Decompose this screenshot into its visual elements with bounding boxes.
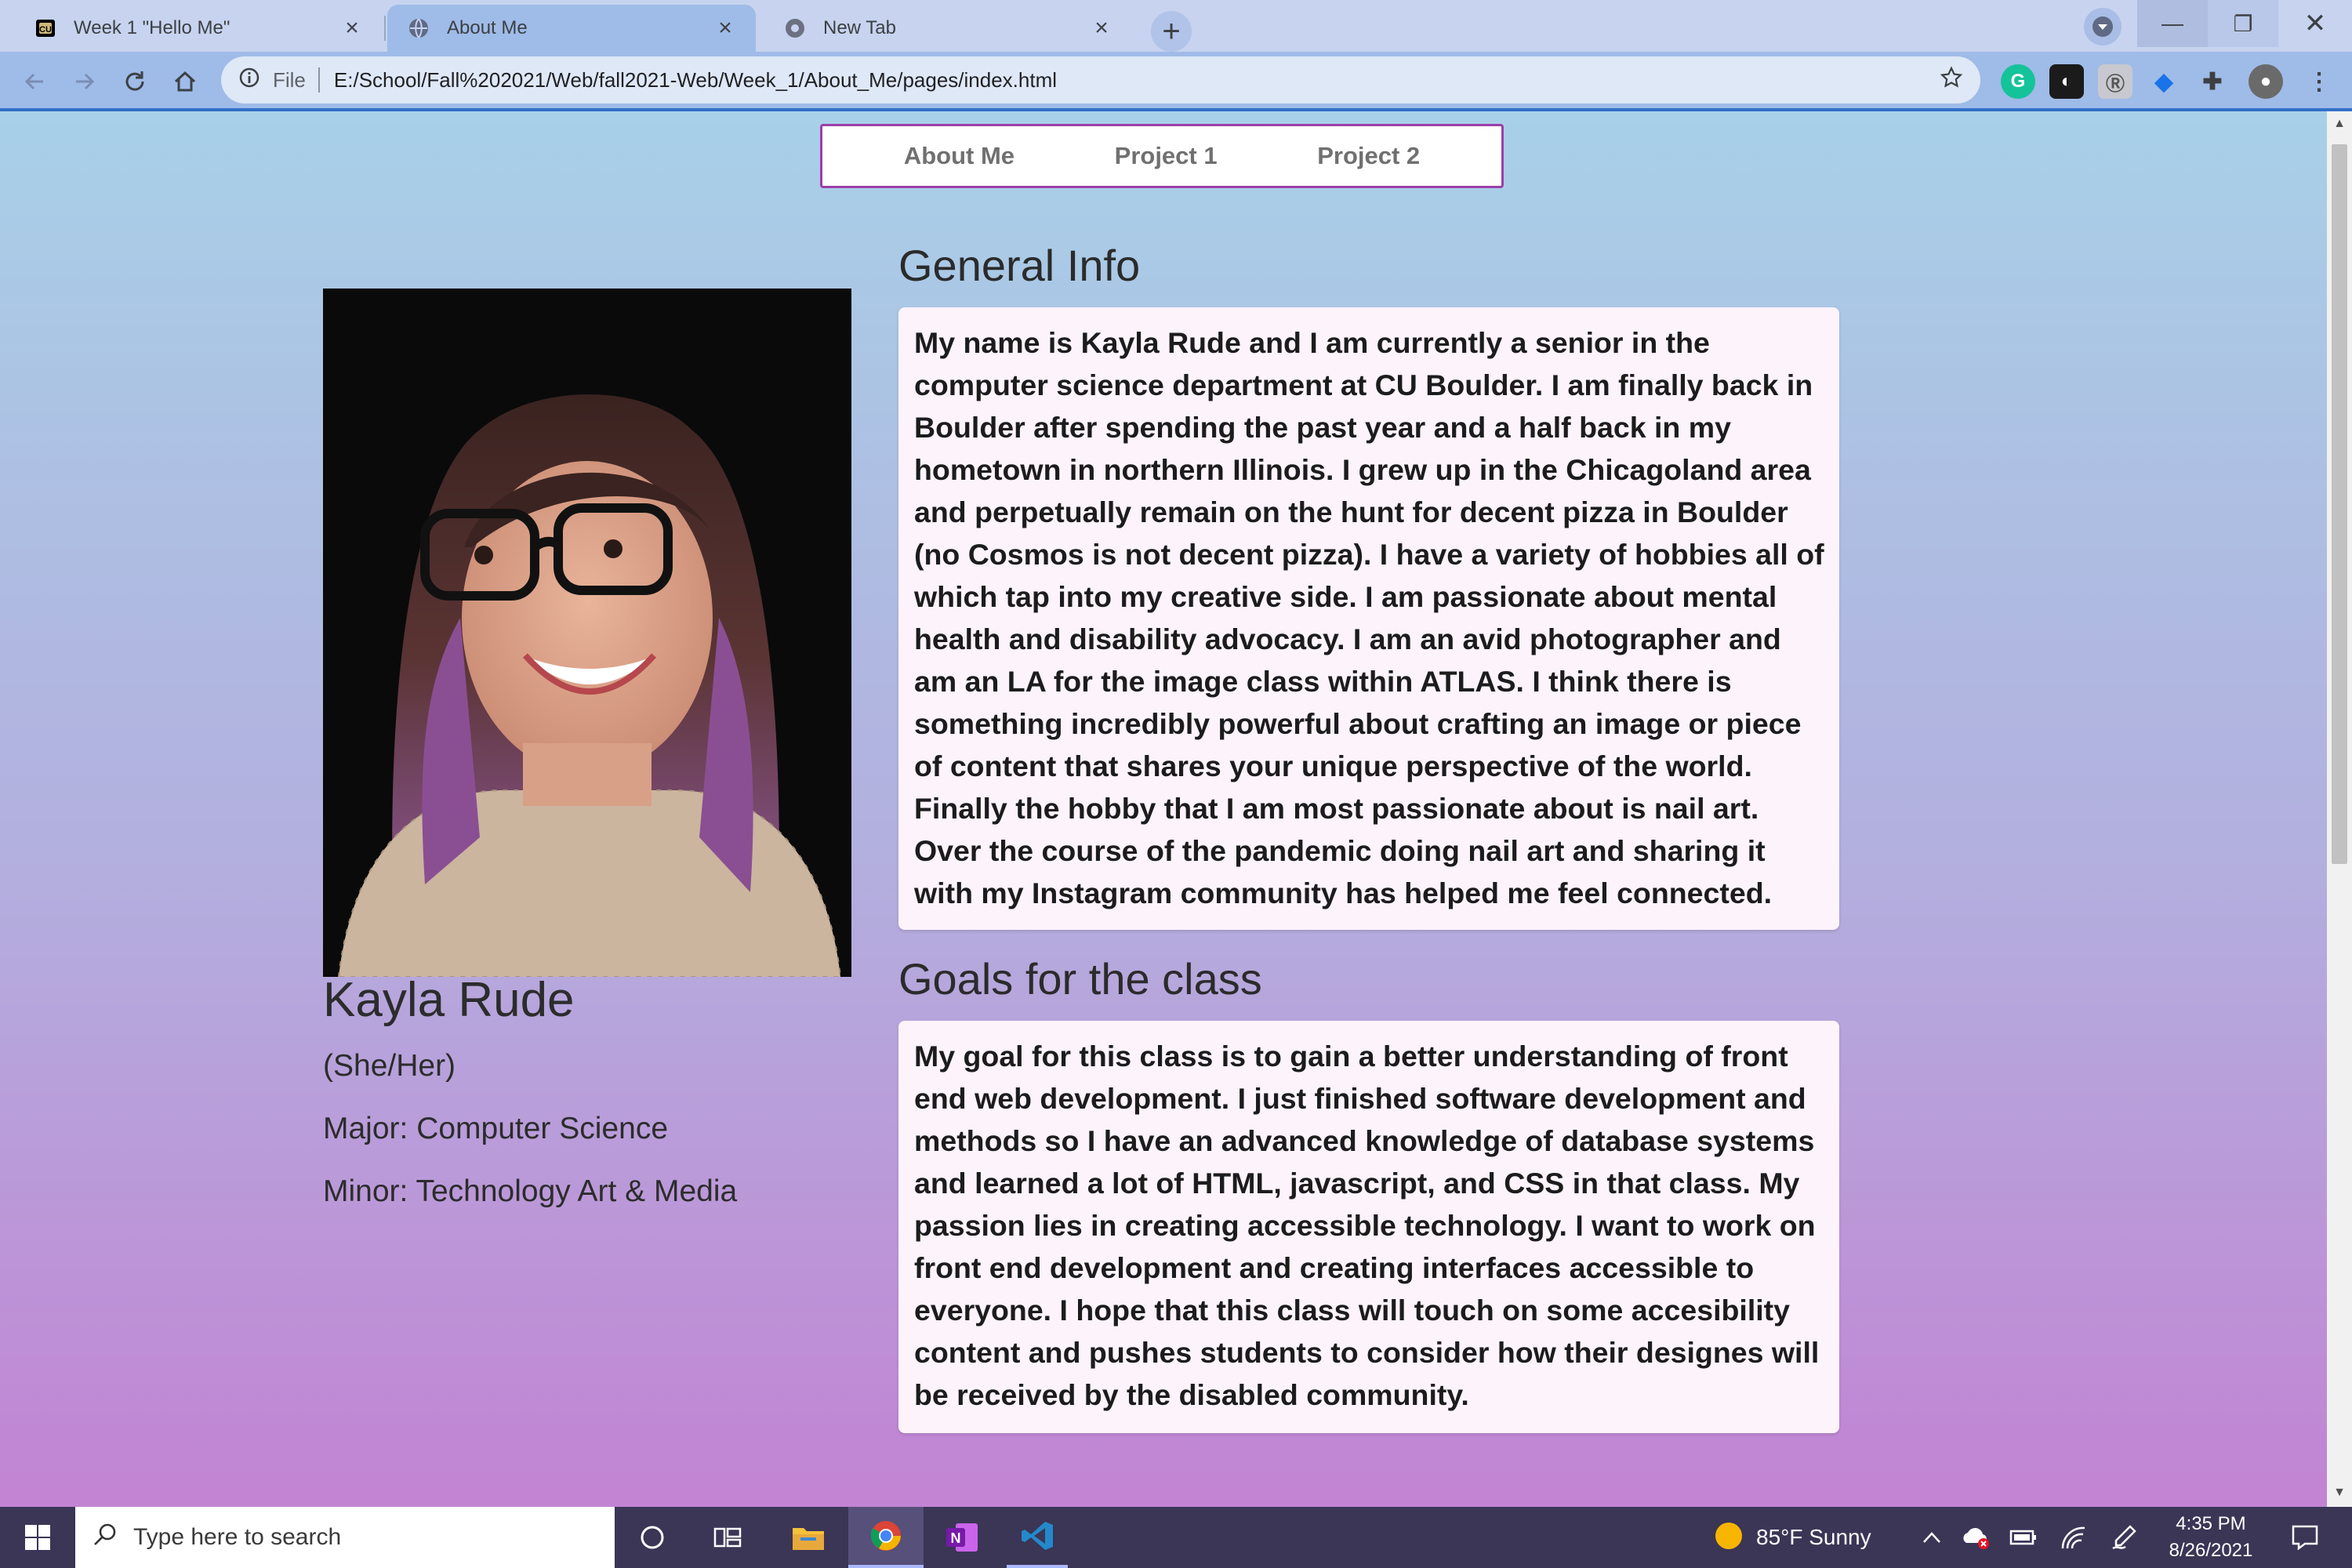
wifi-icon[interactable] (2049, 1507, 2098, 1568)
windows-taskbar: Type here to search N 85°F Sunny 4:35 PM (0, 1507, 2352, 1568)
tab-week1[interactable]: CU Week 1 "Hello Me" × (14, 5, 383, 52)
gem-icon[interactable]: ◆ (2147, 64, 2181, 99)
grammarly-icon[interactable]: G (2001, 64, 2035, 99)
browser-toolbar: File E:/School/Fall%202021/Web/fall2021-… (0, 52, 2352, 111)
nav-about-me[interactable]: About Me (904, 142, 1014, 170)
chrome-taskbar-icon[interactable] (848, 1507, 924, 1568)
pen-icon[interactable] (2100, 1507, 2148, 1568)
taskbar-search-box[interactable]: Type here to search (75, 1507, 615, 1568)
minimize-button[interactable]: — (2137, 0, 2208, 47)
battery-icon[interactable] (1999, 1507, 2048, 1568)
tab-search-icon[interactable] (2084, 8, 2122, 45)
profile-photo (323, 289, 851, 978)
address-bar[interactable]: File E:/School/Fall%202021/Web/fall2021-… (221, 56, 1980, 103)
restore-button[interactable]: ❐ (2208, 0, 2278, 47)
address-divider (318, 67, 320, 93)
notification-icon[interactable] (2277, 1507, 2333, 1568)
scroll-down-arrow-icon[interactable]: ▼ (2332, 1485, 2347, 1501)
clock-date: 8/26/2021 (2169, 1540, 2253, 1561)
system-clock[interactable]: 4:35 PM 8/26/2021 (2156, 1507, 2266, 1568)
search-icon (93, 1522, 118, 1553)
onenote-icon[interactable]: N (933, 1507, 991, 1568)
tab-about-me[interactable]: About Me × (387, 5, 756, 52)
tab-label: About Me (447, 17, 528, 38)
tab-new-tab[interactable]: New Tab × (764, 5, 1132, 52)
svg-text:CU: CU (39, 25, 52, 34)
close-icon[interactable]: × (1090, 15, 1113, 42)
bookmark-star-icon[interactable] (1940, 65, 1963, 95)
svg-text:N: N (951, 1530, 961, 1546)
dark-reader-icon[interactable]: ◐ (2049, 64, 2084, 99)
page-viewport: About Me Project 1 Project 2 Kayla Rude … (0, 111, 2327, 1507)
globe-icon (406, 16, 431, 41)
tab-divider (384, 16, 386, 41)
forward-arrow-icon[interactable] (63, 60, 107, 103)
scroll-up-arrow-icon[interactable]: ▲ (2332, 116, 2347, 132)
more-menu-icon[interactable]: ⋮ (2302, 64, 2336, 99)
goals-card: My goal for this class is to gain a bett… (898, 1021, 1839, 1433)
tab-strip: CU Week 1 "Hello Me" × About Me × New Ta… (0, 0, 2352, 52)
tab-label: New Tab (823, 17, 896, 38)
page-scrollbar[interactable]: ▲ ▼ (2327, 111, 2352, 1507)
weather-text: 85°F Sunny (1756, 1525, 1871, 1549)
extension-icon[interactable]: Ⓡ (2098, 64, 2132, 99)
home-icon[interactable] (163, 60, 207, 103)
profile-major: Major: Computer Science (323, 1112, 669, 1145)
reload-icon[interactable] (113, 60, 157, 103)
chevron-up-icon[interactable] (1910, 1507, 1954, 1568)
goals-heading: Goals for the class (898, 954, 1262, 1004)
profile-minor: Minor: Technology Art & Media (323, 1174, 738, 1208)
tab-label: Week 1 "Hello Me" (74, 17, 230, 38)
search-placeholder: Type here to search (133, 1524, 342, 1550)
url-text[interactable]: E:/School/Fall%202021/Web/fall2021-Web/W… (334, 68, 1940, 93)
onedrive-error-icon[interactable] (1954, 1507, 1998, 1568)
new-tab-button[interactable]: + (1151, 11, 1192, 52)
sun-icon (1714, 1521, 1744, 1555)
task-view-icon[interactable] (702, 1507, 753, 1568)
cu-logo-icon: CU (33, 16, 58, 41)
scheme-label: File (273, 67, 306, 92)
nav-project-2[interactable]: Project 2 (1317, 142, 1420, 170)
close-icon[interactable]: × (340, 15, 364, 42)
close-window-button[interactable]: ✕ (2280, 0, 2350, 47)
file-explorer-icon[interactable] (779, 1507, 837, 1568)
puzzle-icon[interactable]: ✚ (2195, 64, 2230, 99)
scrollbar-thumb[interactable] (2332, 144, 2347, 864)
cortana-icon[interactable] (627, 1507, 677, 1568)
vscode-icon[interactable] (1007, 1507, 1068, 1568)
windows-start-icon[interactable] (0, 1507, 75, 1568)
back-arrow-icon[interactable] (13, 60, 56, 103)
general-info-heading: General Info (898, 241, 1141, 290)
profile-avatar[interactable]: ● (2249, 64, 2283, 99)
profile-pronouns: (She/Her) (323, 1049, 456, 1083)
info-icon[interactable] (238, 67, 260, 94)
nav-project-1[interactable]: Project 1 (1115, 142, 1218, 170)
general-info-card: My name is Kayla Rude and I am currently… (898, 307, 1839, 930)
top-nav: About Me Project 1 Project 2 (820, 124, 1504, 188)
chrome-icon (782, 16, 808, 41)
weather-widget[interactable]: 85°F Sunny (1714, 1507, 1910, 1568)
clock-time: 4:35 PM (2176, 1513, 2246, 1534)
close-icon[interactable]: × (713, 15, 737, 42)
profile-name: Kayla Rude (323, 973, 575, 1027)
